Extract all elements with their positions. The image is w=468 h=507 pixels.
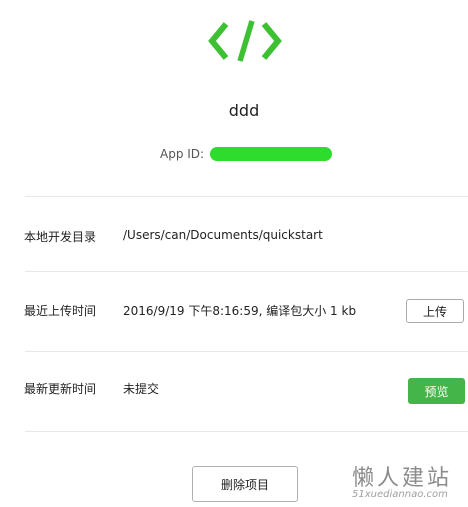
preview-button[interactable]: 预览: [408, 378, 465, 404]
divider: [25, 431, 468, 432]
last-update-value: 未提交: [123, 382, 160, 396]
app-id-redaction: [210, 147, 333, 161]
watermark: 懒人建站 51xuediannao.com: [350, 460, 468, 507]
app-name: ddd: [228, 101, 260, 120]
code-brackets-icon: [208, 20, 282, 62]
delete-project-button[interactable]: 删除项目: [192, 466, 298, 502]
last-upload-value: 2016/9/19 下午8:16:59, 编译包大小 1 kb: [123, 304, 357, 318]
last-upload-row: 最近上传时间 2016/9/19 下午8:16:59, 编译包大小 1 kb 上…: [0, 271, 468, 351]
local-dir-label: 本地开发目录: [24, 230, 97, 244]
upload-button[interactable]: 上传: [406, 299, 464, 323]
watermark-url: 51xuediannao.com: [352, 489, 448, 500]
app-id-row: App ID:: [160, 146, 333, 162]
app-id-label: App ID:: [160, 147, 205, 161]
last-update-label: 最新更新时间: [24, 382, 97, 396]
local-dir-row: 本地开发目录 /Users/can/Documents/quickstart: [0, 196, 468, 271]
last-update-row: 最新更新时间 未提交 预览: [0, 351, 468, 431]
last-upload-label: 最近上传时间: [24, 304, 97, 318]
watermark-title: 懒人建站: [352, 466, 453, 491]
local-dir-value: /Users/can/Documents/quickstart: [123, 228, 323, 242]
